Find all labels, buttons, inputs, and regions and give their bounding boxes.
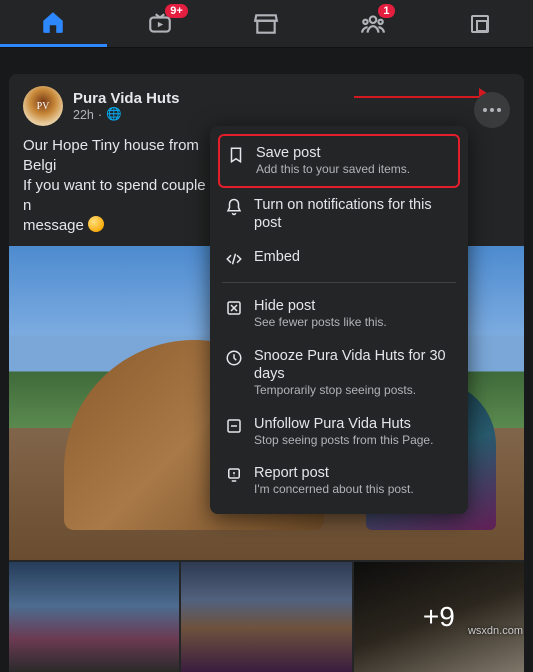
menu-item-title: Embed	[254, 248, 300, 266]
more-photos-count: +9	[354, 562, 524, 672]
menu-item-sub: Temporarily stop seeing posts.	[254, 383, 454, 399]
ellipsis-icon	[483, 108, 501, 112]
home-icon	[40, 9, 66, 35]
news-icon	[468, 12, 492, 36]
report-icon	[225, 466, 243, 484]
marketplace-icon	[253, 11, 279, 37]
menu-item-title: Report post	[254, 464, 414, 482]
watermark: wsxdn.com	[468, 625, 523, 637]
post-options-menu: Save post Add this to your saved items. …	[210, 126, 468, 514]
tab-groups[interactable]: 1	[320, 0, 427, 47]
menu-hide-post[interactable]: Hide post See fewer posts like this.	[218, 289, 460, 339]
menu-item-title: Save post	[256, 144, 410, 162]
post-thumb-2[interactable]	[181, 562, 351, 672]
menu-report-post[interactable]: Report post I'm concerned about this pos…	[218, 456, 460, 506]
post-thumb-more[interactable]: +9	[354, 562, 524, 672]
post-text-line: Our Hope Tiny house from Belgi	[23, 137, 199, 174]
bookmark-icon	[227, 146, 245, 164]
menu-item-title: Turn on notifications for this post	[254, 196, 454, 232]
watch-badge: 9+	[165, 4, 188, 18]
post-subline: 22h · 🌐	[73, 107, 179, 122]
menu-unfollow[interactable]: Unfollow Pura Vida Huts Stop seeing post…	[218, 407, 460, 457]
unfollow-icon	[225, 417, 243, 435]
menu-item-sub: See fewer posts like this.	[254, 315, 387, 331]
avatar[interactable]: PV	[23, 86, 63, 126]
menu-item-title: Hide post	[254, 297, 387, 315]
menu-item-sub: I'm concerned about this post.	[254, 482, 414, 498]
menu-save-post[interactable]: Save post Add this to your saved items.	[218, 134, 460, 188]
post-timestamp[interactable]: 22h	[73, 108, 94, 122]
wink-emoji	[88, 216, 104, 232]
annotation-arrow	[354, 96, 484, 98]
bell-icon	[225, 198, 243, 216]
menu-snooze[interactable]: Snooze Pura Vida Huts for 30 days Tempor…	[218, 339, 460, 407]
post-text-line: If you want to spend couple of n	[23, 177, 222, 214]
menu-item-title: Snooze Pura Vida Huts for 30 days	[254, 347, 454, 383]
menu-divider	[222, 282, 456, 283]
tab-watch[interactable]: 9+	[107, 0, 214, 47]
tab-marketplace[interactable]	[213, 0, 320, 47]
post-text-line: message	[23, 217, 84, 234]
menu-item-title: Unfollow Pura Vida Huts	[254, 415, 433, 433]
code-icon	[225, 250, 243, 268]
post-header: PV Pura Vida Huts 22h · 🌐	[23, 86, 510, 126]
top-nav: 9+ 1	[0, 0, 533, 48]
post-text: Our Hope Tiny house from Belgi If you wa…	[23, 136, 223, 236]
groups-badge: 1	[378, 4, 394, 18]
post-options-button[interactable]	[474, 92, 510, 128]
tab-news[interactable]	[426, 0, 533, 47]
post-thumb-1[interactable]	[9, 562, 179, 672]
tab-home[interactable]	[0, 0, 107, 47]
menu-item-sub: Stop seeing posts from this Page.	[254, 433, 433, 449]
menu-item-sub: Add this to your saved items.	[256, 162, 410, 178]
menu-embed[interactable]: Embed	[218, 240, 460, 276]
hide-icon	[225, 299, 243, 317]
clock-icon	[225, 349, 243, 367]
privacy-icon[interactable]: 🌐	[106, 107, 122, 122]
post-author[interactable]: Pura Vida Huts	[73, 90, 179, 107]
menu-turn-on-notifications[interactable]: Turn on notifications for this post	[218, 188, 460, 240]
